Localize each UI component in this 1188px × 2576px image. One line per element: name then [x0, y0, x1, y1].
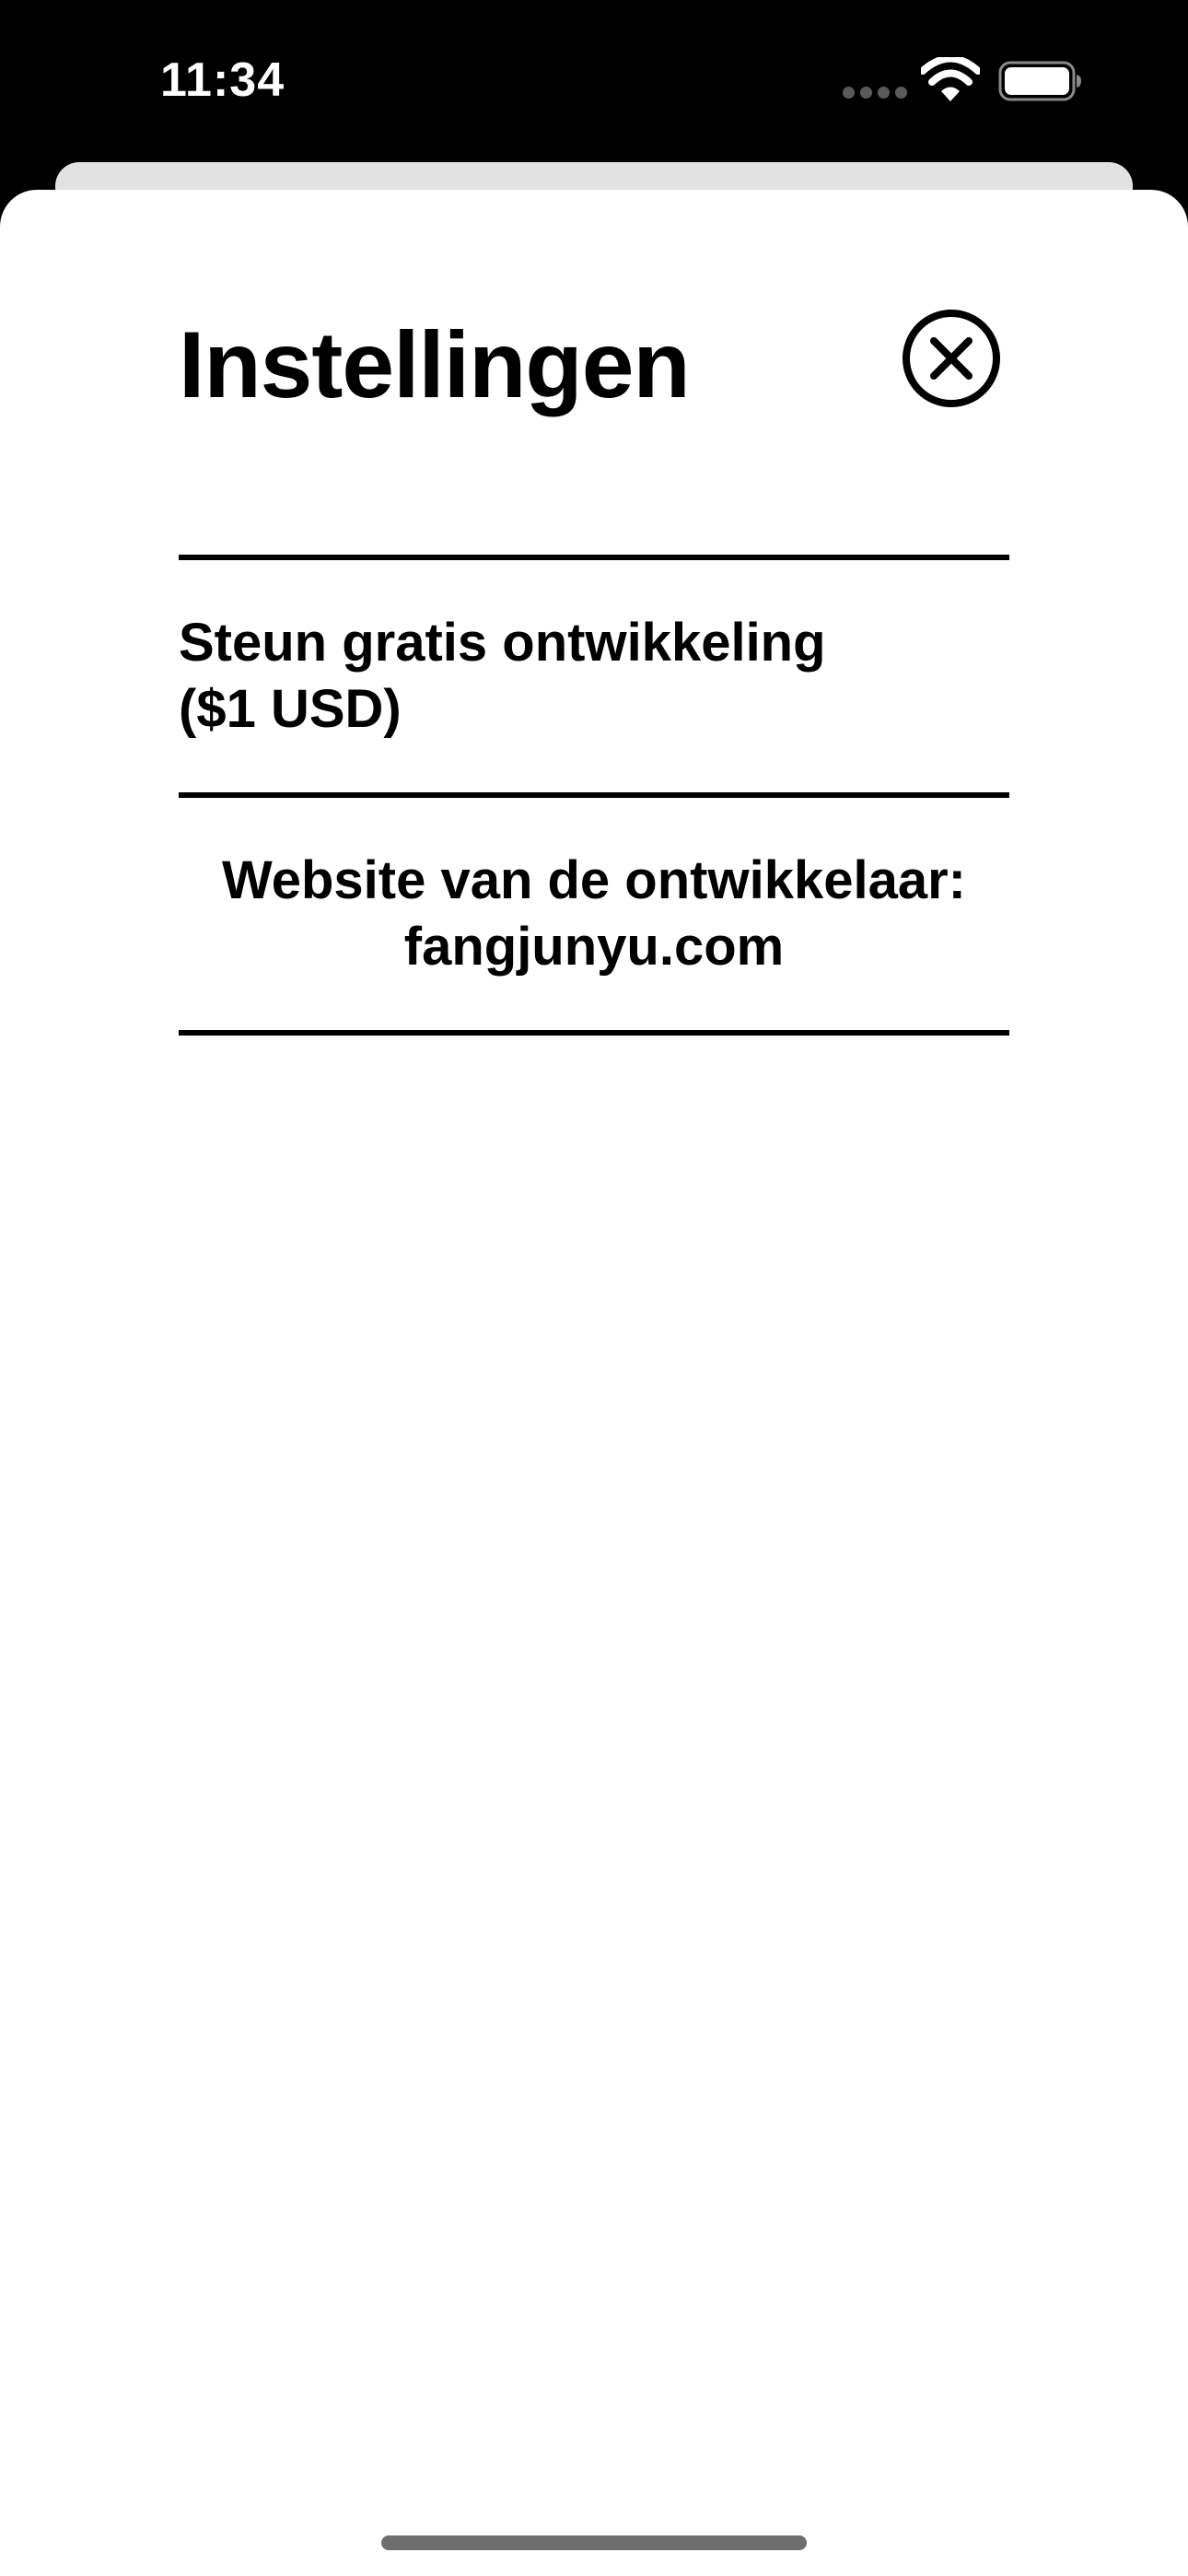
developer-website-link[interactable]: Website van de ontwikkelaar: fangjunyu.c…: [179, 798, 1009, 1030]
support-development-price: ($1 USD): [179, 679, 402, 739]
battery-icon: [998, 61, 1081, 101]
close-circle-icon: [903, 310, 1000, 407]
status-time: 11:34: [160, 53, 285, 107]
settings-list: Steun gratis ontwikkeling ($1 USD) Websi…: [179, 555, 1009, 1036]
page-title: Instellingen: [179, 312, 691, 417]
wifi-icon: [921, 57, 980, 101]
close-button[interactable]: [901, 308, 1002, 409]
status-bar: 11:34: [0, 0, 1188, 162]
developer-website-url: fangjunyu.com: [403, 917, 785, 977]
screen: 11:34 Instellingen Steun gratis ontwikke…: [0, 0, 1188, 2576]
home-indicator[interactable]: [381, 2535, 807, 2550]
support-development-label: Steun gratis ontwikkeling: [179, 613, 826, 673]
cellular-signal-icon: [843, 87, 907, 100]
divider: [179, 1030, 1009, 1036]
support-development-button[interactable]: Steun gratis ontwikkeling ($1 USD): [179, 560, 1009, 792]
settings-sheet: Instellingen Steun gratis ontwikkeling (…: [0, 190, 1188, 2576]
developer-website-label: Website van de ontwikkelaar:: [222, 850, 966, 910]
